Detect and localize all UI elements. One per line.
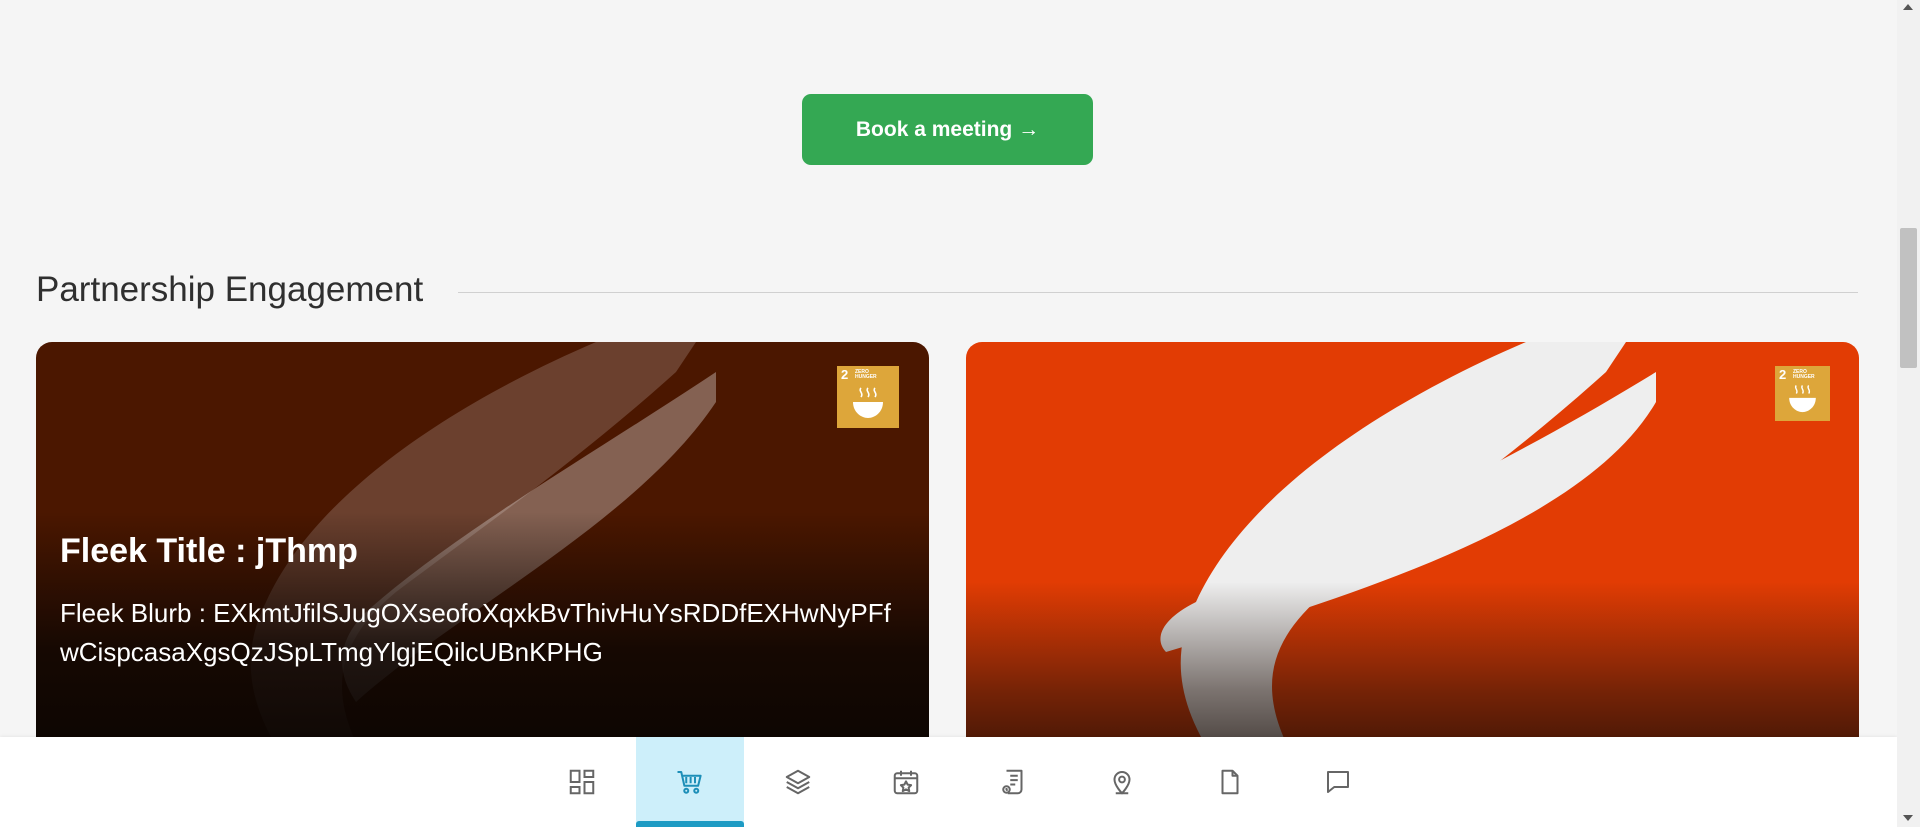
nav-cart[interactable]	[636, 737, 744, 827]
nav-layers[interactable]	[744, 737, 852, 827]
section-divider	[458, 292, 1858, 293]
sdg-zero-hunger-badge: 2 ZERO HUNGER	[837, 366, 899, 428]
nav-messages[interactable]	[1284, 737, 1392, 827]
scroll-up-arrow-icon[interactable]	[1903, 4, 1913, 10]
layers-icon	[785, 769, 811, 795]
bowl-icon	[853, 387, 883, 418]
scroll-down-arrow-icon[interactable]	[1903, 815, 1913, 821]
section-title: Partnership Engagement	[36, 270, 424, 309]
sdg-zero-hunger-badge: 2 ZERO HUNGER	[1775, 366, 1830, 421]
nav-locations[interactable]	[1068, 737, 1176, 827]
bottom-navigation	[0, 737, 1897, 827]
location-pin-icon	[1113, 771, 1131, 795]
vertical-scrollbar[interactable]	[1897, 0, 1920, 827]
page: Book a meeting → Partnership Engagement …	[0, 0, 1897, 827]
card-blurb: Fleek Blurb : EXkmtJfilSJugOXseofoXqxkBv…	[60, 598, 891, 667]
partnership-card[interactable]: 2 ZERO HUNGER	[966, 342, 1859, 762]
bowl-icon	[1789, 385, 1816, 413]
dashboard-icon	[569, 769, 595, 795]
calendar-star-icon	[893, 770, 919, 795]
partnership-card[interactable]: 2 ZERO HUNGER Fleek Title : jThmp Fleek …	[36, 342, 929, 762]
scrollbar-thumb[interactable]	[1900, 228, 1917, 368]
chat-icon	[1327, 771, 1349, 793]
nav-documents[interactable]	[1176, 737, 1284, 827]
book-meeting-button[interactable]: Book a meeting →	[802, 94, 1093, 165]
cart-icon	[677, 771, 702, 794]
nav-events[interactable]	[852, 737, 960, 827]
card-gradient-overlay	[966, 582, 1859, 762]
receipt-icon	[1002, 769, 1023, 795]
card-title: Fleek Title : jThmp	[60, 532, 358, 570]
document-icon	[1221, 769, 1239, 795]
nav-orders[interactable]	[960, 737, 1068, 827]
nav-dashboard[interactable]	[528, 737, 636, 827]
